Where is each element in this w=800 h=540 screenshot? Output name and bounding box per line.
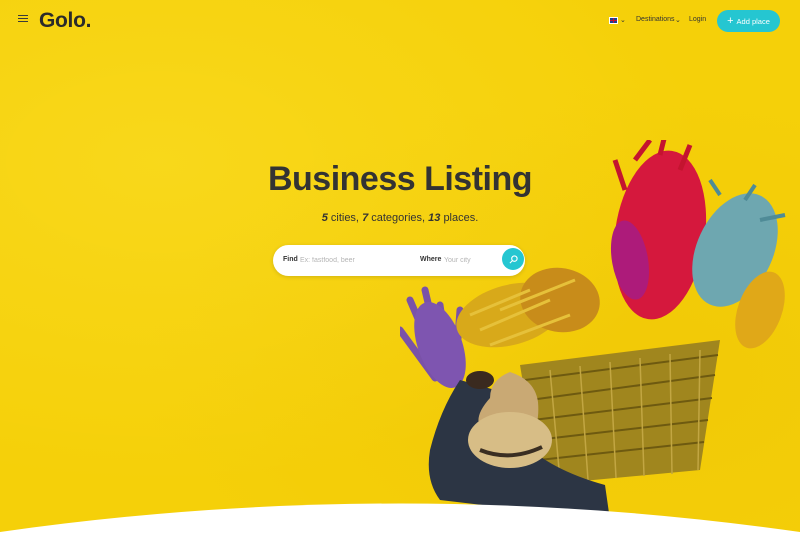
- stats-line: 5 cities, 7 categories, 13 places.: [0, 212, 800, 224]
- find-label: Find: [283, 256, 298, 263]
- bottom-wave: [0, 503, 800, 540]
- language-chevron-down-icon[interactable]: ⌄: [620, 16, 626, 24]
- site-logo[interactable]: Golo.: [39, 9, 91, 33]
- nav-destinations[interactable]: Destinations: [636, 16, 675, 23]
- hamburger-menu-icon[interactable]: [18, 15, 28, 25]
- hero-photo: [400, 140, 786, 520]
- site-header: Golo. ⌄ Destinations ⌄ Login + Add place: [0, 0, 800, 44]
- where-label: Where: [420, 256, 442, 263]
- find-input[interactable]: [300, 252, 400, 268]
- search-bar: Find Where: [273, 245, 525, 276]
- uk-flag-icon[interactable]: [609, 17, 618, 24]
- places-label: places.: [443, 212, 479, 224]
- categories-label: categories,: [371, 212, 426, 224]
- search-icon: [509, 254, 518, 263]
- categories-count: 7: [362, 212, 369, 224]
- add-place-label: Add place: [736, 16, 770, 26]
- cities-count: 5: [321, 212, 328, 224]
- hero-section: Golo. ⌄ Destinations ⌄ Login + Add place…: [0, 0, 800, 540]
- destinations-chevron-down-icon[interactable]: ⌄: [675, 16, 681, 24]
- search-button[interactable]: [502, 248, 524, 270]
- yellow-grass: [456, 267, 600, 348]
- purple-grass: [400, 286, 466, 388]
- places-count: 13: [428, 212, 441, 224]
- plus-icon: +: [727, 14, 734, 27]
- cities-label: cities,: [330, 212, 359, 224]
- nav-login[interactable]: Login: [689, 16, 706, 23]
- page-title: Business Listing: [267, 160, 533, 198]
- add-place-button[interactable]: + Add place: [717, 10, 780, 32]
- where-input[interactable]: [444, 252, 499, 268]
